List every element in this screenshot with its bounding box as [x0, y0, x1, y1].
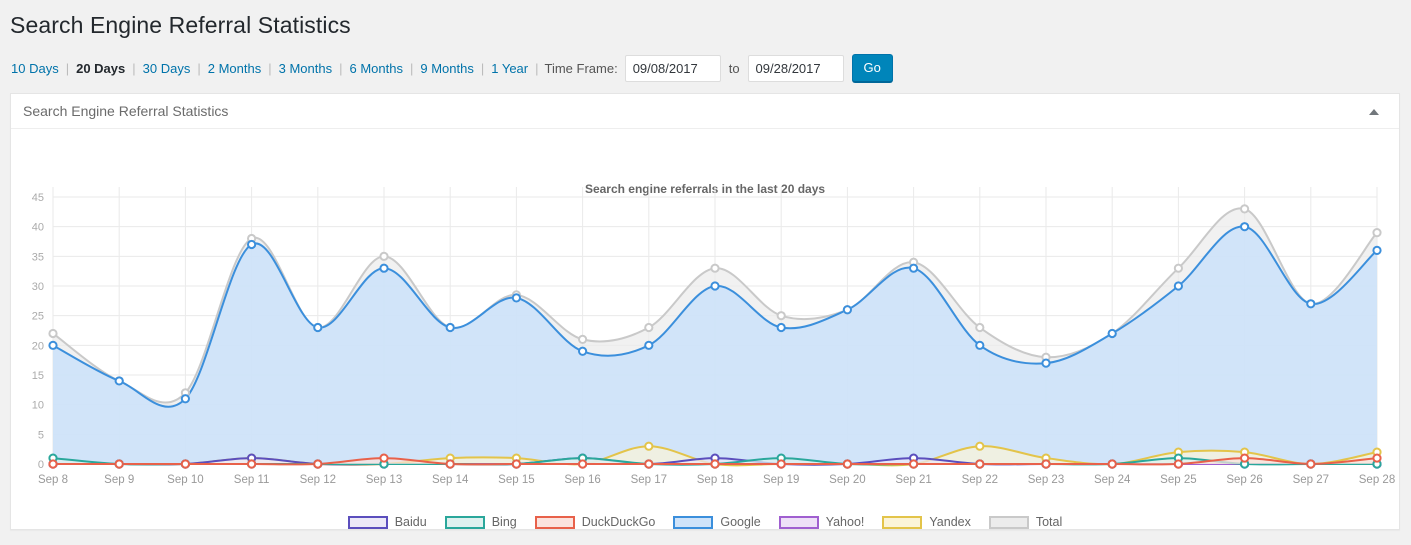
x-axis-tick-label: Sep 11 [234, 474, 270, 486]
x-axis-tick-label: Sep 26 [1226, 474, 1262, 486]
legend-item-yandex[interactable]: Yandex [882, 515, 971, 529]
range-link-10-days[interactable]: 10 Days [10, 61, 60, 76]
range-separator: | [409, 60, 414, 76]
legend-label: Baidu [394, 515, 427, 529]
x-axis-tick-label: Sep 19 [763, 474, 799, 486]
y-axis-tick-label: 35 [32, 251, 44, 263]
range-separator: | [339, 60, 343, 76]
y-axis-tick-label: 45 [32, 192, 44, 204]
y-axis-tick-label: 20 [32, 340, 44, 352]
legend-swatch [778, 515, 819, 529]
x-axis-tick-label: Sep 17 [631, 474, 667, 486]
legend-swatch [444, 515, 485, 529]
page-title: Search Engine Referral Statistics [10, 12, 351, 38]
legend-swatch [534, 515, 575, 529]
to-date-input[interactable] [747, 54, 844, 82]
range-link-3-months[interactable]: 3 Months [278, 61, 333, 76]
legend-item-total[interactable]: Total [988, 515, 1063, 529]
x-axis-tick-label: Sep 16 [564, 474, 600, 486]
chart-legend: Baidu Bing DuckDuckGo Google Yahoo! Yandex Tot… [11, 515, 1399, 529]
legend-label: Yahoo! [825, 515, 865, 529]
x-axis-tick-label: Sep 28 [1359, 474, 1395, 486]
legend-swatch [347, 515, 388, 529]
range-link-1-year[interactable]: 1 Year [490, 61, 529, 76]
legend-label: Bing [491, 515, 517, 529]
legend-item-yahoo-[interactable]: Yahoo! [778, 515, 865, 529]
legend-label: DuckDuckGo [581, 515, 656, 529]
y-axis-tick-label: 40 [32, 222, 44, 234]
y-axis-tick-label: 0 [38, 459, 44, 471]
range-link-2-months[interactable]: 2 Months [207, 61, 262, 76]
from-date-input[interactable] [624, 54, 721, 82]
legend-item-duckduckgo[interactable]: DuckDuckGo [534, 515, 656, 529]
x-axis-tick-label: Sep 24 [1094, 474, 1131, 486]
filter-separator: | [535, 60, 539, 76]
x-axis-tick-label: Sep 8 [38, 474, 68, 486]
legend-item-google[interactable]: Google [673, 515, 761, 529]
legend-swatch [882, 515, 923, 529]
range-link-20-days[interactable]: 20 Days [75, 61, 126, 76]
referrals-area-chart: 0 5 10 15 20 25 30 35 40 45 Sep 8 Sep 9 Sep 10 Sep 11… [32, 187, 1395, 486]
stats-panel: Search Engine Referral Statistics Search… [10, 93, 1400, 530]
x-axis-tick-label: Sep 13 [366, 474, 402, 486]
x-axis-tick-label: Sep 9 [104, 474, 134, 486]
y-axis-tick-label: 30 [32, 281, 44, 293]
x-axis-tick-label: Sep 14 [432, 474, 469, 486]
range-link-6-months[interactable]: 6 Months [348, 61, 403, 76]
y-axis-tick-label: 5 [38, 429, 44, 441]
legend-label: Google [720, 515, 761, 529]
range-link-30-days[interactable]: 30 Days [142, 61, 192, 76]
page-root: Search Engine Referral Statistics 10 Day… [0, 0, 1411, 545]
caret-up-icon[interactable] [1359, 94, 1389, 129]
filter-bar: 10 Days | 20 Days | 30 Days | 2 Months | 3 Month… [10, 54, 893, 82]
y-axis-tick-label: 25 [32, 311, 44, 323]
panel-header: Search Engine Referral Statistics [11, 94, 1399, 129]
x-axis-tick-label: Sep 20 [829, 474, 865, 486]
y-axis-tick-label: 15 [32, 370, 44, 382]
to-label: to [728, 60, 740, 76]
legend-item-baidu[interactable]: Baidu [347, 515, 427, 529]
range-separator: | [197, 60, 201, 76]
x-axis-tick-label: Sep 22 [962, 474, 998, 486]
panel-body: Search engine referrals in the last 20 d… [11, 129, 1399, 529]
legend-swatch [988, 515, 1029, 529]
y-axis-tick-label: 10 [32, 400, 44, 412]
range-separator: | [480, 60, 485, 76]
range-link-9-months[interactable]: 9 Months [419, 61, 474, 76]
time-frame-label: Time Frame: [544, 60, 618, 76]
x-axis-tick-label: Sep 12 [300, 474, 336, 486]
x-axis-tick-label: Sep 21 [895, 474, 931, 486]
go-button[interactable]: Go [851, 54, 893, 82]
x-axis-tick-label: Sep 10 [167, 474, 203, 486]
range-separator: | [268, 60, 272, 76]
x-axis-tick-label: Sep 15 [498, 474, 534, 486]
x-axis-tick-label: Sep 27 [1293, 474, 1329, 486]
legend-swatch [673, 515, 714, 529]
range-separator: | [132, 60, 136, 76]
x-axis-tick-label: Sep 25 [1160, 474, 1196, 486]
range-link-group: 10 Days | 20 Days | 30 Days | 2 Months | 3 Month… [10, 61, 529, 76]
x-axis-tick-label: Sep 23 [1028, 474, 1064, 486]
panel-title: Search Engine Referral Statistics [23, 103, 229, 119]
x-axis-tick-label: Sep 18 [697, 474, 733, 486]
range-separator: | [65, 60, 70, 76]
legend-item-bing[interactable]: Bing [444, 515, 517, 529]
legend-label: Total [1035, 515, 1063, 529]
legend-label: Yandex [929, 515, 971, 529]
